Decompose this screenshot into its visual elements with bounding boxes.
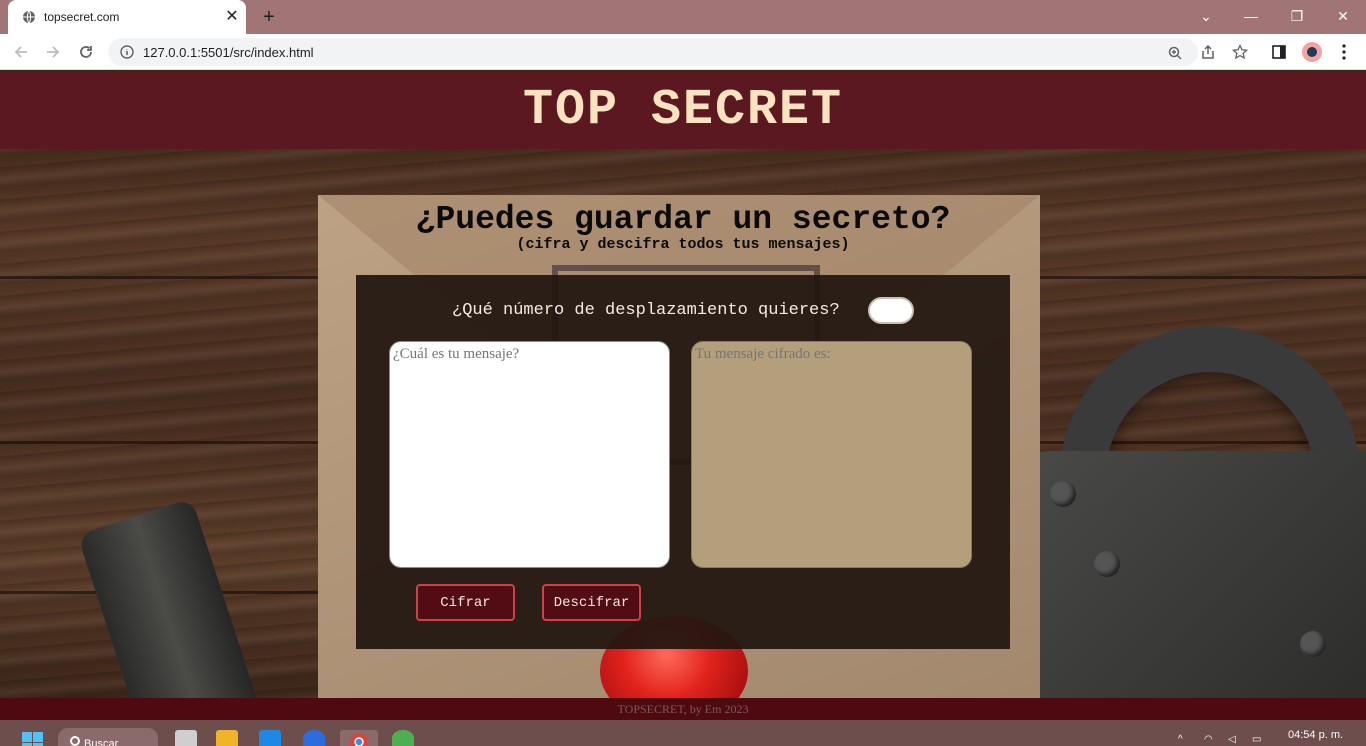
- search-icon: [70, 736, 80, 746]
- zoom-icon[interactable]: [1166, 44, 1184, 62]
- message-input[interactable]: [389, 341, 670, 568]
- close-tab-icon[interactable]: ✕: [222, 6, 242, 26]
- chrome-taskbar-button[interactable]: [340, 730, 378, 746]
- forward-icon[interactable]: [41, 40, 65, 64]
- menu-kebab-icon[interactable]: [1334, 42, 1354, 62]
- bookmark-star-icon[interactable]: [1230, 42, 1250, 62]
- globe-app-icon[interactable]: [392, 730, 414, 746]
- browser-tab[interactable]: topsecret.com ✕: [8, 0, 246, 34]
- page-subheading: (cifra y descifra todos tus mensajes): [516, 236, 850, 253]
- zoom-app-icon[interactable]: [303, 730, 325, 746]
- padlock-body-image: [1010, 451, 1366, 720]
- shift-label: ¿Qué número de desplazamiento quieres?: [452, 301, 840, 320]
- taskbar-clock[interactable]: 04:54 p. m.: [1288, 729, 1343, 741]
- encrypt-button[interactable]: Cifrar: [416, 584, 515, 621]
- file-explorer-icon[interactable]: [216, 730, 238, 746]
- reload-icon[interactable]: [74, 40, 98, 64]
- browser-toolbar: 127.0.0.1:5501/src/index.html: [0, 34, 1366, 70]
- cipher-panel: ¿Qué número de desplazamiento quieres? C…: [356, 275, 1010, 649]
- ciphered-output[interactable]: [691, 341, 972, 568]
- share-icon[interactable]: [1198, 42, 1218, 62]
- shift-number-input[interactable]: [868, 297, 914, 324]
- battery-icon[interactable]: ▭: [1252, 734, 1266, 745]
- browser-tab-strip: topsecret.com ✕ + ⌄ — ❐ ✕: [0, 0, 1366, 34]
- globe-icon: [23, 10, 35, 24]
- minimize-button[interactable]: —: [1237, 4, 1265, 28]
- profile-avatar[interactable]: [1302, 42, 1322, 62]
- task-view-icon[interactable]: [175, 730, 197, 746]
- info-icon[interactable]: [120, 45, 134, 59]
- taskbar-search[interactable]: Buscar: [58, 728, 158, 746]
- restore-button[interactable]: ❐: [1283, 4, 1311, 28]
- close-window-button[interactable]: ✕: [1329, 4, 1357, 28]
- site-header: TOP SECRET: [0, 71, 1366, 149]
- site-title: TOP SECRET: [522, 81, 844, 139]
- site-footer: TOPSECRET, by Em 2023: [0, 698, 1366, 720]
- page-viewport: TOP SECRET ¿Puedes guardar un secreto? (…: [0, 71, 1366, 720]
- new-tab-button[interactable]: +: [258, 6, 280, 28]
- wifi-icon[interactable]: ◠: [1204, 734, 1218, 745]
- back-icon[interactable]: [9, 40, 33, 64]
- tab-title: topsecret.com: [44, 10, 120, 24]
- vscode-icon[interactable]: [259, 730, 281, 746]
- footer-text: TOPSECRET, by Em 2023: [617, 701, 749, 716]
- volume-icon[interactable]: ◁: [1228, 734, 1242, 745]
- taskbar-search-label: Buscar: [84, 738, 119, 746]
- tray-chevron-icon[interactable]: ^: [1178, 734, 1192, 745]
- side-panel-icon[interactable]: [1269, 42, 1289, 62]
- decrypt-button[interactable]: Descifrar: [542, 584, 641, 621]
- address-bar[interactable]: 127.0.0.1:5501/src/index.html: [108, 38, 1198, 66]
- windows-start-icon[interactable]: [22, 730, 44, 746]
- os-taskbar: Buscar ^ ◠ ◁ ▭ 04:54 p. m.: [0, 720, 1366, 746]
- page-heading: ¿Puedes guardar un secreto?: [415, 201, 951, 238]
- tab-search-icon[interactable]: ⌄: [1192, 4, 1220, 28]
- url-text[interactable]: 127.0.0.1:5501/src/index.html: [143, 45, 314, 60]
